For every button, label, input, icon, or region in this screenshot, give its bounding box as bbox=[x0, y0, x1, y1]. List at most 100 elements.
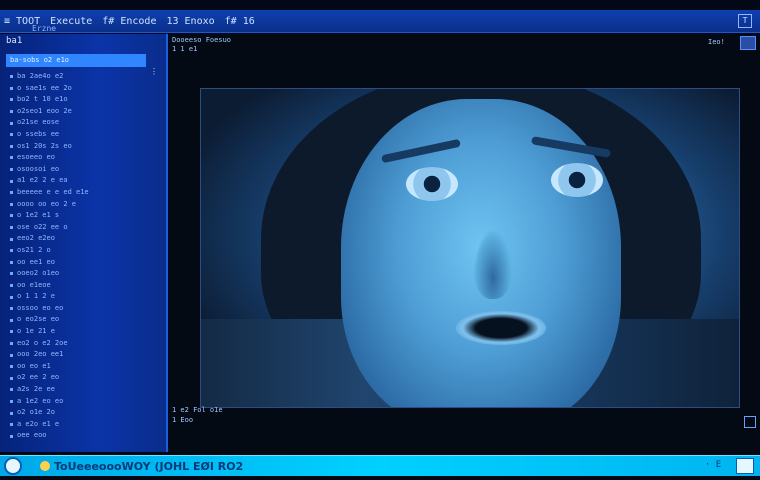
list-bullet-icon bbox=[10, 423, 13, 427]
list-bullet-icon bbox=[10, 365, 13, 369]
viewer-status: Ieo! bbox=[708, 38, 725, 46]
sidebar-item[interactable]: o2 ee 2 eo bbox=[0, 372, 166, 384]
sidebar-item-label: o eo2se eo bbox=[17, 315, 60, 324]
sidebar-item[interactable]: ooo 2eo ee1 bbox=[0, 349, 166, 361]
sidebar-item[interactable]: a2s 2e ee bbox=[0, 384, 166, 396]
menu-item-extra[interactable]: f# 16 bbox=[225, 16, 255, 27]
sidebar-item-label: o21se eose bbox=[17, 118, 60, 127]
sidebar-item-label: os1 20s 2s eo bbox=[17, 141, 72, 150]
list-bullet-icon bbox=[10, 399, 13, 403]
sidebar-item-label: ooo 2eo ee1 bbox=[17, 350, 64, 359]
fullscreen-icon[interactable] bbox=[744, 416, 756, 428]
sidebar-item[interactable]: o21se eose bbox=[0, 117, 166, 129]
sidebar-item[interactable]: o eo2se eo bbox=[0, 314, 166, 326]
nose-shape bbox=[473, 229, 513, 299]
sidebar-item[interactable]: oooo oo eo 2 e bbox=[0, 199, 166, 211]
sidebar-item-label: o sae1s ee 2o bbox=[17, 83, 72, 92]
sidebar-list: ba 2ae4o e2 o sae1s ee 2o bo2 t 10 e1o o2se… bbox=[0, 71, 166, 442]
menu-item-enoxo[interactable]: 13 Enoxo bbox=[166, 16, 214, 27]
menu-item-execute[interactable]: Execute bbox=[50, 16, 92, 27]
list-bullet-icon bbox=[10, 179, 13, 183]
list-bullet-icon bbox=[10, 353, 13, 357]
sidebar-item[interactable]: ooeo2 o1eo bbox=[0, 268, 166, 280]
sidebar-item-label: ossoo eo eo bbox=[17, 303, 64, 312]
sidebar-item[interactable]: oo eo e1 bbox=[0, 361, 166, 373]
sidebar-item-label: ooeo2 o1eo bbox=[17, 269, 60, 278]
sidebar-item[interactable]: ba 2ae4o e2 bbox=[0, 71, 166, 83]
list-bullet-icon bbox=[10, 330, 13, 334]
sidebar-item-label: oooo oo eo 2 e bbox=[17, 199, 77, 208]
sidebar-item[interactable]: o 1 1 2 e bbox=[0, 291, 166, 303]
list-bullet-icon bbox=[10, 295, 13, 299]
sidebar-item[interactable]: a e2o e1 e bbox=[0, 419, 166, 431]
sidebar-item-label: esoeeo eo bbox=[17, 153, 55, 162]
list-bullet-icon bbox=[10, 260, 13, 264]
list-bullet-icon bbox=[10, 214, 13, 218]
pinned-app-icon[interactable] bbox=[40, 461, 50, 471]
list-bullet-icon bbox=[10, 283, 13, 287]
taskbar-active-app[interactable]: ToUeeeoooWOY (JOHL EØI RO2 bbox=[54, 460, 243, 473]
sidebar-item[interactable]: bo2 t 10 e1o bbox=[0, 94, 166, 106]
video-frame[interactable] bbox=[200, 88, 740, 408]
sidebar-item[interactable]: o2seo1 eoo 2e bbox=[0, 106, 166, 118]
sidebar-item-label: a2s 2e ee bbox=[17, 385, 55, 394]
sidebar-item[interactable]: os21 2 o bbox=[0, 245, 166, 257]
start-button[interactable] bbox=[4, 457, 22, 475]
sidebar-item[interactable]: o 1e 21 e bbox=[0, 326, 166, 338]
sidebar-item-label: o 1e2 e1 s bbox=[17, 211, 60, 220]
more-options-icon[interactable]: ⋮ bbox=[150, 67, 158, 76]
sidebar: ba1 ba-sobs o2 e1o ⋮ ba 2ae4o e2 o sae1s … bbox=[0, 34, 168, 452]
title-subtext: Erzne bbox=[32, 24, 57, 33]
list-bullet-icon bbox=[10, 318, 13, 322]
list-bullet-icon bbox=[10, 98, 13, 102]
sidebar-item[interactable]: os1 20s 2s eo bbox=[0, 141, 166, 153]
sidebar-item[interactable]: esoeeo eo bbox=[0, 152, 166, 164]
list-bullet-icon bbox=[10, 202, 13, 206]
show-desktop-button[interactable] bbox=[736, 458, 754, 474]
sidebar-item[interactable]: ose o22 ee o bbox=[0, 222, 166, 234]
list-bullet-icon bbox=[10, 411, 13, 415]
list-bullet-icon bbox=[10, 249, 13, 253]
sidebar-item-label: oo ee1 eo bbox=[17, 257, 55, 266]
window-control-button[interactable]: T bbox=[738, 14, 752, 28]
list-bullet-icon bbox=[10, 434, 13, 438]
sidebar-item[interactable]: ossoo eo eo bbox=[0, 303, 166, 315]
sidebar-item[interactable]: oee eoo bbox=[0, 430, 166, 442]
sidebar-item[interactable]: oo ee1 eo bbox=[0, 257, 166, 269]
sidebar-item[interactable]: eo2 o e2 2oe bbox=[0, 338, 166, 350]
menu-item-encode[interactable]: f# Encode bbox=[102, 16, 156, 27]
list-bullet-icon bbox=[10, 388, 13, 392]
sidebar-item-label: o2 o1e 2o bbox=[17, 408, 55, 417]
sidebar-item[interactable]: oo e1eoe bbox=[0, 280, 166, 292]
list-bullet-icon bbox=[10, 376, 13, 380]
list-bullet-icon bbox=[10, 144, 13, 148]
mouth-shape bbox=[456, 311, 546, 345]
sidebar-item[interactable]: eeo2 e2eo bbox=[0, 233, 166, 245]
left-eye bbox=[406, 167, 458, 201]
sidebar-item-label: eo2 o e2 2oe bbox=[17, 338, 68, 347]
list-bullet-icon bbox=[10, 156, 13, 160]
list-bullet-icon bbox=[10, 133, 13, 137]
sidebar-item-label: a 1e2 eo eo bbox=[17, 396, 64, 405]
sidebar-item[interactable]: o sae1s ee 2o bbox=[0, 83, 166, 95]
viewer-title: Dooeeso Foesuo bbox=[172, 36, 232, 44]
sidebar-item[interactable]: beeeee e e ed e1e bbox=[0, 187, 166, 199]
sidebar-item-label: o2seo1 eoo 2e bbox=[17, 106, 72, 115]
sidebar-item-label: beeeee e e ed e1e bbox=[17, 187, 89, 196]
sidebar-item[interactable]: o2 o1e 2o bbox=[0, 407, 166, 419]
sidebar-item[interactable]: a 1e2 eo eo bbox=[0, 396, 166, 408]
sidebar-item-selected[interactable]: ba-sobs o2 e1o bbox=[6, 54, 146, 67]
list-bullet-icon bbox=[10, 226, 13, 230]
list-bullet-icon bbox=[10, 168, 13, 172]
sidebar-item[interactable]: a1 e2 2 e ea bbox=[0, 175, 166, 187]
system-tray: · E bbox=[704, 460, 732, 470]
viewer-corner-button[interactable] bbox=[740, 36, 756, 50]
sidebar-item-label: ose o22 ee o bbox=[17, 222, 68, 231]
sidebar-item-label: oo eo e1 bbox=[17, 361, 51, 370]
list-bullet-icon bbox=[10, 110, 13, 114]
sidebar-item[interactable]: o 1e2 e1 s bbox=[0, 210, 166, 222]
sidebar-item[interactable]: o ssebs ee bbox=[0, 129, 166, 141]
sidebar-header: ba1 bbox=[6, 36, 23, 46]
sidebar-item[interactable]: osoosoi eo bbox=[0, 164, 166, 176]
sidebar-item-label: osoosoi eo bbox=[17, 164, 60, 173]
